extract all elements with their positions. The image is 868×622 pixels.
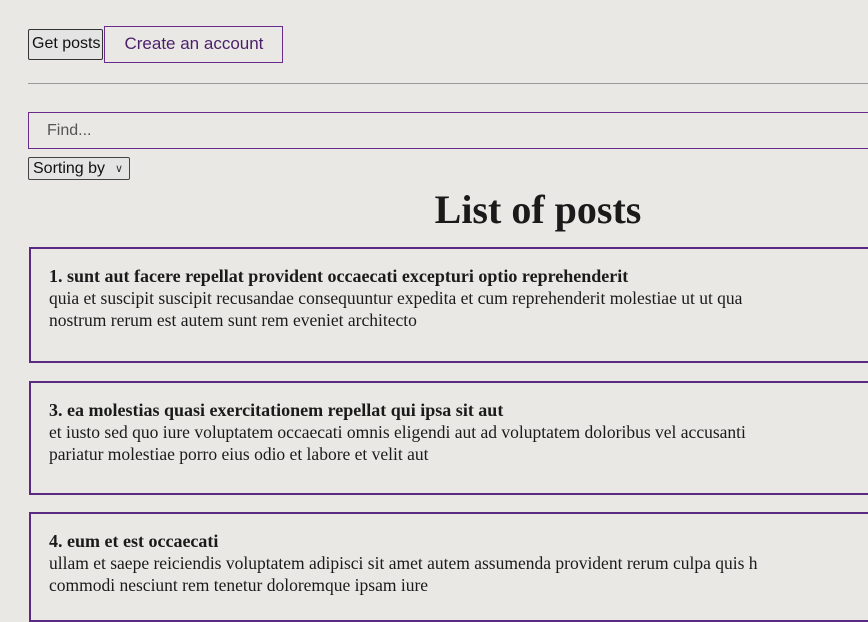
post-body-line: pariatur molestiae porro eius odio et la… (49, 444, 429, 464)
search-placeholder: Find... (47, 121, 92, 139)
page-title: List of posts (434, 187, 642, 232)
post-card: 1. sunt aut facere repellat provident oc… (29, 247, 868, 363)
create-account-button[interactable]: Create an account (104, 26, 284, 63)
post-title: 4. eum et est occaecati (49, 531, 219, 551)
post-card: 3. ea molestias quasi exercitationem rep… (29, 381, 868, 495)
toolbar: Get posts Create an account (28, 26, 284, 63)
post-card: 4. eum et est occaecati ullam et saepe r… (29, 512, 868, 622)
post-body-line: commodi nesciunt rem tenetur doloremque … (49, 575, 429, 595)
divider (28, 83, 868, 84)
sort-selected-label: Sorting by (33, 159, 106, 177)
post-title: 1. sunt aut facere repellat provident oc… (49, 266, 629, 286)
search-input[interactable]: Find... (28, 112, 868, 149)
get-posts-button[interactable]: Get posts (28, 29, 104, 60)
post-body-line: ullam et saepe reiciendis voluptatem adi… (49, 553, 758, 573)
post-body-line: quia et suscipit suscipit recusandae con… (49, 288, 743, 308)
post-body-line: nostrum rerum est autem sunt rem eveniet… (49, 310, 417, 330)
sort-select[interactable]: Sorting by ∨ (28, 157, 131, 180)
post-title: 3. ea molestias quasi exercitationem rep… (49, 400, 504, 420)
chevron-down-icon: ∨ (115, 163, 124, 175)
post-body-line: et iusto sed quo iure voluptatem occaeca… (49, 422, 746, 442)
